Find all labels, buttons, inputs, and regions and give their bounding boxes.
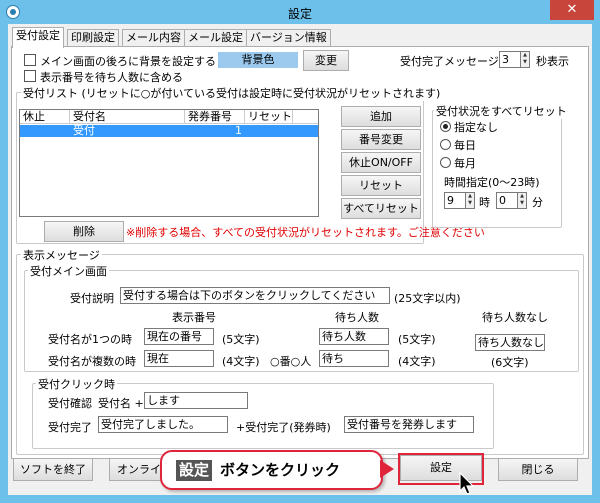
completion-message-label: 受付完了メッセージ: — [400, 55, 503, 68]
column-label-waiting: 待ち人数 — [335, 311, 379, 324]
no-waiting-input[interactable]: 待ち人数なし — [475, 334, 545, 351]
background-change-button[interactable]: 変更 — [303, 50, 349, 71]
click-time-legend: 受付クリック時 — [36, 376, 117, 392]
show-number-label: 表示番号を待ち人数に含める — [40, 71, 183, 84]
hour-unit-label: 時 — [479, 196, 490, 209]
minute-unit-label: 分 — [532, 196, 543, 209]
reset-hour-input[interactable]: 9 — [444, 192, 466, 209]
complete-label: 受付完了 — [48, 421, 92, 434]
background-checkbox-label: メイン画面の後ろに背景を設定する — [40, 55, 216, 68]
callout-text: ボタンをクリック — [220, 461, 341, 479]
column-header-ticket[interactable]: 発券番号 — [185, 110, 245, 124]
multi-number-input[interactable]: 現在 — [144, 350, 214, 367]
row-ticket-cell: 1 — [235, 124, 242, 137]
row-reset-cell — [245, 125, 293, 137]
row-name-cell: 受付 — [73, 124, 95, 137]
pause-toggle-button[interactable]: 休止ON/OFF — [341, 152, 421, 173]
table-row[interactable]: 受付 1 — [20, 125, 318, 137]
window-close-button[interactable]: ✕ — [550, 0, 594, 20]
main-screen-legend: 受付メイン画面 — [28, 263, 109, 279]
reset-minute-input[interactable]: 0 — [496, 192, 518, 209]
complete-input[interactable]: 受付完了しました。 — [98, 416, 228, 433]
reset-none-label: 指定なし — [454, 121, 498, 134]
column-label-display-number: 表示番号 — [172, 311, 216, 324]
column-header-reset[interactable]: リセット — [245, 110, 293, 124]
reset-time-label: 時間指定(0〜23時) — [444, 176, 540, 189]
callout-button-tag: 設定 — [176, 460, 213, 481]
multi-waiting-hint: (4文字) — [398, 355, 436, 368]
single-waiting-hint: (5文字) — [398, 333, 436, 346]
change-number-button[interactable]: 番号変更 — [341, 129, 421, 150]
single-name-label: 受付名が1つの時 — [48, 333, 132, 346]
reception-list-legend: 受付リスト (リセットに○が付いている受付は設定時に受付状況がリセットされます) — [21, 85, 443, 101]
description-label: 受付説明 — [70, 292, 114, 305]
reception-list[interactable]: 休止 受付名 発券番号 リセット 受付 1 — [19, 109, 319, 217]
single-waiting-input[interactable]: 待ち人数 — [319, 328, 389, 345]
reset-daily-label: 毎日 — [454, 139, 476, 152]
multi-format-label: ○番○人 — [270, 355, 312, 368]
settings-window: 設定 ✕ 受付設定 印刷設定 メール内容 メール設定 バージョン情報 メイン画面… — [0, 0, 600, 503]
complete-issue-label: +受付完了(発券時) — [236, 421, 331, 434]
column-header-name[interactable]: 受付名 — [70, 110, 185, 124]
reset-daily-radio[interactable] — [440, 139, 451, 150]
background-color-swatch: 背景色 — [218, 52, 298, 68]
reset-all-button[interactable]: すべてリセット — [341, 198, 421, 219]
single-number-input[interactable]: 現在の番号 — [144, 328, 214, 345]
column-header-pause[interactable]: 休止 — [20, 110, 70, 124]
delete-button[interactable]: 削除 — [44, 221, 124, 242]
tab-reception[interactable]: 受付設定 — [12, 27, 64, 48]
window-client: 受付設定 印刷設定 メール内容 メール設定 バージョン情報 メイン画面の後ろに背… — [8, 24, 592, 495]
reset-all-legend: 受付状況をすべてリセット — [434, 103, 569, 119]
tab-version[interactable]: バージョン情報 — [246, 29, 331, 47]
reset-hour-spinner[interactable]: ▲ ▼ — [465, 192, 475, 209]
tab-print[interactable]: 印刷設定 — [67, 29, 119, 47]
completion-unit-label: 秒表示 — [536, 55, 569, 68]
mouse-cursor-icon — [459, 472, 475, 495]
reception-settings-panel: メイン画面の後ろに背景を設定する 背景色 変更 受付完了メッセージ: 3 ▲ ▼ … — [11, 46, 589, 459]
reset-monthly-radio[interactable] — [440, 157, 451, 168]
reset-button[interactable]: リセット — [341, 175, 421, 196]
tab-mail-settings[interactable]: メール設定 — [184, 29, 247, 47]
column-label-no-waiting: 待ち人数なし — [482, 311, 548, 324]
completion-seconds-input[interactable]: 3 — [499, 51, 521, 68]
single-number-hint: (5文字) — [222, 333, 260, 346]
no-waiting-hint: (6文字) — [491, 356, 529, 369]
display-message-legend: 表示メッセージ — [21, 247, 102, 263]
callout-arrow — [380, 460, 394, 478]
description-hint: (25文字以内) — [394, 292, 461, 305]
multi-waiting-input[interactable]: 待ち — [319, 350, 389, 367]
description-input[interactable]: 受付する場合は下のボタンをクリックしてください — [120, 287, 390, 304]
window-title: 設定 — [287, 7, 312, 21]
show-number-checkbox[interactable] — [24, 70, 36, 82]
instruction-callout: 設定 ボタンをクリック — [160, 450, 383, 490]
quit-software-button[interactable]: ソフトを終了 — [13, 458, 93, 481]
confirm-prefix: 受付名 + — [98, 397, 144, 410]
title-bar: 設定 ✕ — [0, 0, 600, 24]
row-pause-cell — [20, 125, 70, 137]
multi-name-label: 受付名が複数の時 — [48, 355, 136, 368]
add-button[interactable]: 追加 — [341, 106, 421, 127]
confirm-input[interactable]: します — [144, 392, 248, 409]
reset-none-radio[interactable] — [440, 121, 451, 132]
close-button[interactable]: 閉じる — [498, 458, 578, 481]
complete-issue-input[interactable]: 受付番号を発券します — [344, 416, 474, 433]
confirm-label: 受付確認 — [48, 397, 92, 410]
reset-monthly-label: 毎月 — [454, 157, 476, 170]
tab-mail-content[interactable]: メール内容 — [122, 29, 185, 47]
reset-minute-spinner[interactable]: ▲ ▼ — [517, 192, 527, 209]
background-checkbox[interactable] — [24, 54, 36, 66]
reception-list-header: 休止 受付名 発券番号 リセット — [20, 110, 318, 124]
completion-seconds-spinner[interactable]: ▲ ▼ — [520, 51, 530, 68]
multi-number-hint: (4文字) — [222, 355, 260, 368]
